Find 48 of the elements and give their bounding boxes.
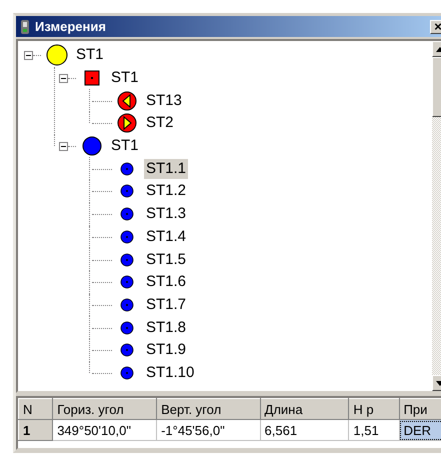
point-dot-icon: [120, 252, 134, 267]
tree-item[interactable]: ST1.3: [144, 204, 188, 224]
tree-item[interactable]: ST1.8: [144, 318, 188, 338]
tree-item[interactable]: ST1.9: [144, 340, 188, 360]
group-circle-icon: [82, 136, 102, 156]
tree-item[interactable]: ST13: [144, 90, 184, 111]
column-header[interactable]: Длина: [260, 398, 349, 420]
close-button[interactable]: ×: [430, 20, 441, 34]
collapse-toggle[interactable]: [24, 50, 33, 60]
point-dot-icon: [120, 320, 134, 335]
column-header[interactable]: Гориз. угол: [52, 398, 157, 420]
table-cell: 1,51: [348, 420, 400, 441]
table-cell: 6,561: [260, 420, 349, 441]
point-dot-icon: [120, 230, 134, 244]
tree-item[interactable]: ST1.10: [144, 362, 196, 383]
window-title: Измерения: [35, 19, 107, 34]
tree-item[interactable]: ST1: [109, 68, 141, 88]
column-header[interactable]: При: [399, 398, 441, 420]
tree-item[interactable]: ST1.6: [144, 272, 188, 292]
tree-item[interactable]: ST1.4: [144, 226, 188, 247]
point-dot-icon: [120, 275, 134, 290]
station-circle-icon: [46, 44, 68, 66]
table-cell: -1°45'56,0": [156, 420, 260, 441]
left-triangle-circle-icon: [117, 90, 137, 111]
column-header[interactable]: N: [18, 398, 53, 420]
column-header[interactable]: Верт. угол: [156, 398, 260, 420]
tree-item[interactable]: ST1: [74, 45, 106, 66]
point-dot-icon: [120, 343, 134, 358]
collapse-toggle[interactable]: [59, 142, 68, 151]
column-header[interactable]: H p: [348, 398, 400, 420]
table-cell: 349°50'10,0": [52, 420, 157, 441]
point-dot-icon: [120, 207, 134, 222]
tree-item[interactable]: ST1: [109, 136, 141, 156]
square-point-icon: [84, 70, 100, 86]
point-dot-icon: [120, 298, 134, 312]
right-triangle-circle-icon: [117, 113, 137, 134]
row-number: 1: [18, 420, 53, 441]
tree-item[interactable]: ST1.2: [144, 181, 188, 202]
tree-item[interactable]: ST2: [144, 113, 176, 134]
point-dot-icon: [120, 184, 134, 198]
point-dot-icon: [120, 162, 134, 176]
table-cell: DER: [399, 420, 441, 441]
tree-item[interactable]: ST1.5: [144, 250, 188, 270]
tree-item[interactable]: ST1.7: [144, 294, 188, 315]
instrument-icon: [19, 18, 31, 34]
tree-item[interactable]: ST1.1: [144, 158, 188, 179]
collapse-toggle[interactable]: [59, 74, 68, 83]
point-dot-icon: [120, 366, 134, 380]
